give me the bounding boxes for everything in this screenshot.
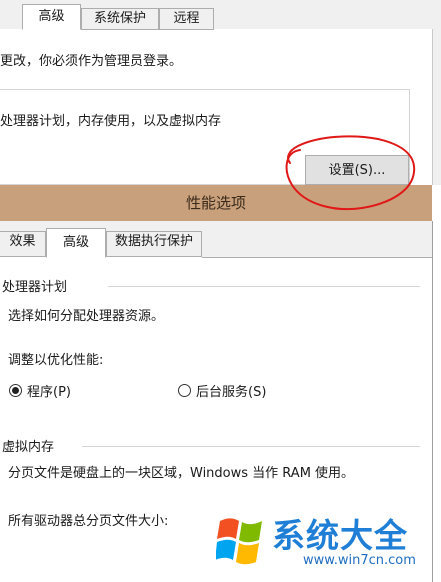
radio-button[interactable]	[178, 384, 191, 397]
virtual-memory-heading: 虚拟内存	[2, 440, 55, 455]
section-divider	[82, 446, 420, 447]
tab-visual-effects[interactable]: 效果	[0, 231, 46, 257]
radio-label: 后台服务(S)	[196, 385, 267, 400]
radio-button[interactable]	[9, 384, 22, 397]
performance-description: 处理器计划，内存使用，以及虚拟内存	[0, 114, 222, 129]
windows-flag-icon	[216, 518, 262, 565]
radio-label: 程序(P)	[27, 385, 71, 400]
window-title: 性能选项	[185, 194, 246, 212]
performance-settings-button[interactable]: 设置(S)...	[305, 155, 409, 185]
performance-options-titlebar: 性能选项	[0, 185, 432, 221]
processor-description: 选择如何分配处理器资源。	[8, 309, 165, 324]
tab-advanced[interactable]: 高级	[46, 228, 106, 258]
tab-system-protection[interactable]: 系统保护	[81, 8, 159, 30]
admin-note: 更改，你必须作为管理员登录。	[0, 54, 183, 69]
tab-advanced[interactable]: 高级	[22, 4, 81, 30]
total-paging-size-label: 所有驱动器总分页文件大小:	[8, 514, 169, 529]
processor-scheduling-heading: 处理器计划	[2, 280, 68, 295]
adjust-for-label: 调整以优化性能:	[8, 353, 104, 368]
section-divider	[108, 286, 420, 287]
watermark-url: www.win7cn.com	[303, 553, 416, 568]
tab-strip-line	[202, 257, 432, 258]
watermark-brand: 系统大全	[272, 516, 408, 555]
paging-file-description: 分页文件是硬盘上的一块区域，Windows 当作 RAM 使用。	[8, 466, 355, 481]
tab-data-execution-prevention[interactable]: 数据执行保护	[106, 231, 202, 257]
tab-remote[interactable]: 远程	[159, 8, 214, 30]
